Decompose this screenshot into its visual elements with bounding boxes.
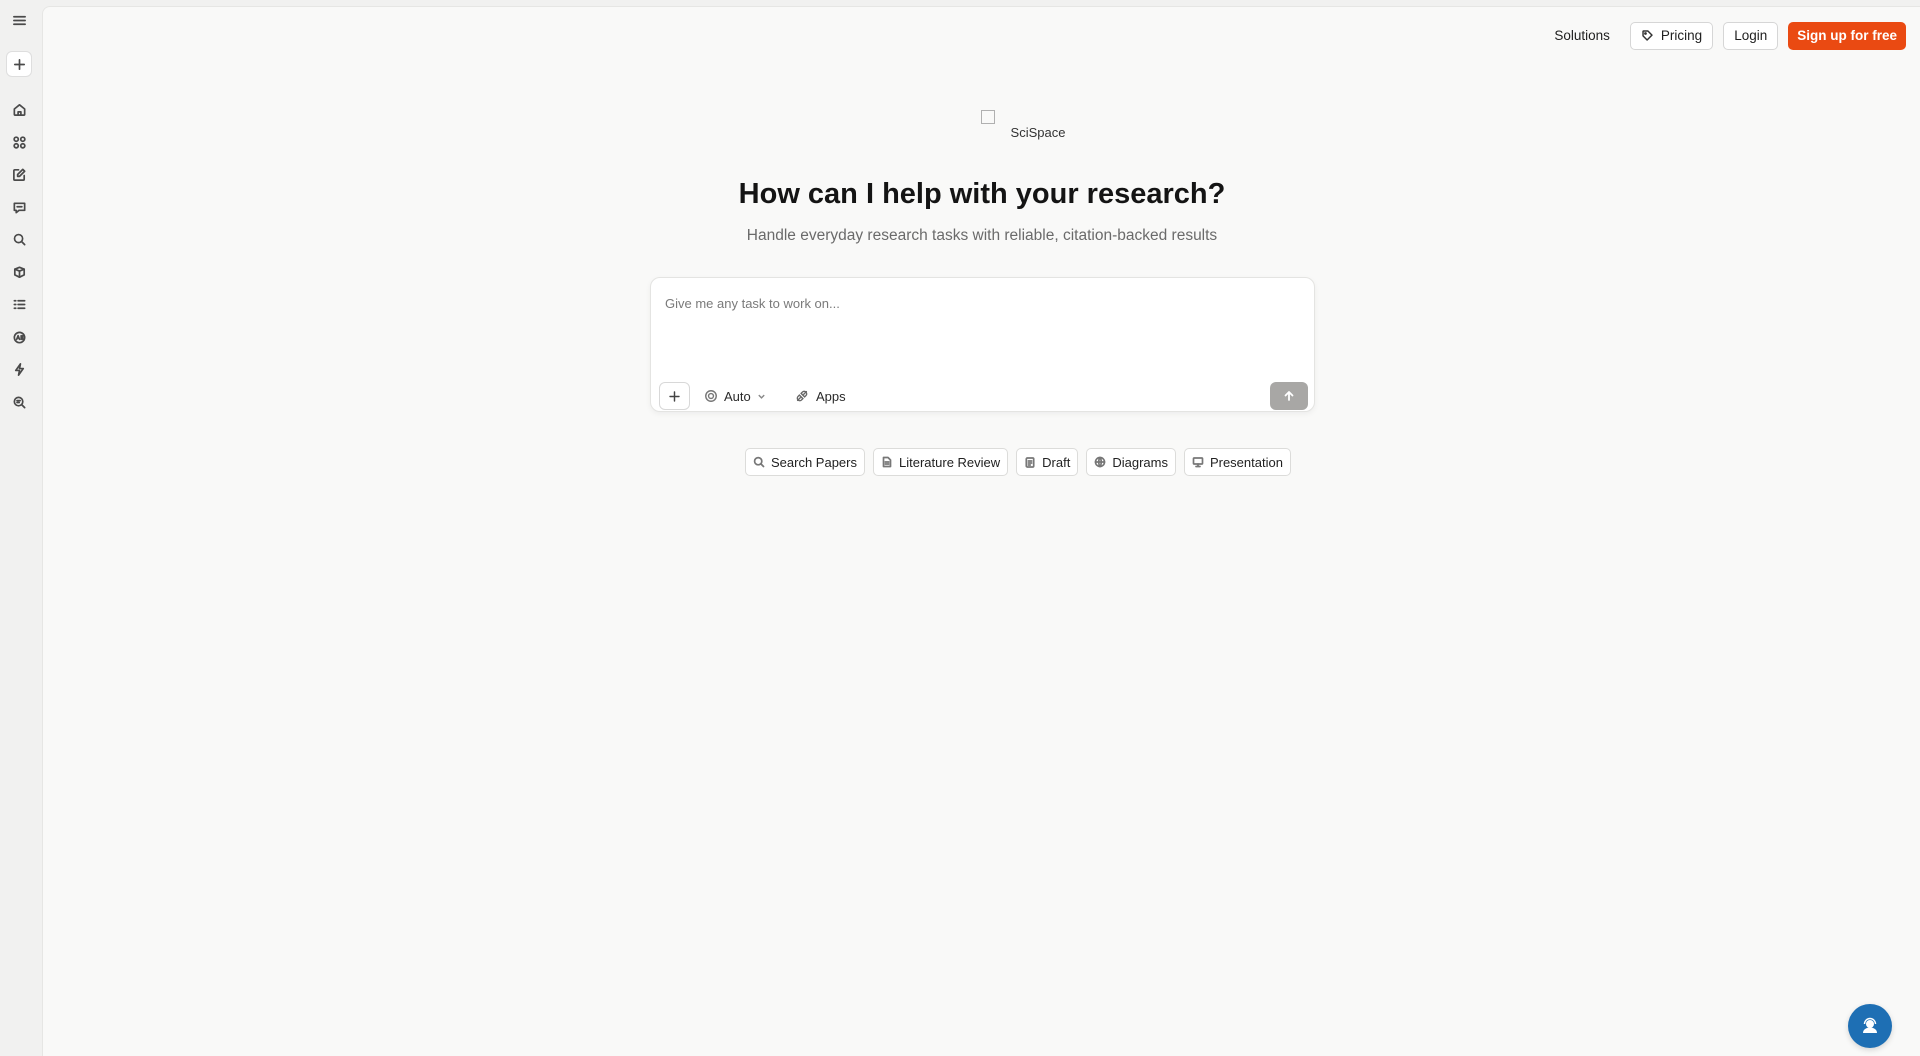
plus-icon: [13, 58, 25, 70]
signup-button[interactable]: Sign up for free: [1788, 21, 1906, 50]
sidebar-item-quick-tools[interactable]: [6, 356, 32, 382]
search-icon: [13, 233, 25, 245]
mode-selector[interactable]: Auto: [704, 382, 766, 410]
brand-logo: SciSpace: [938, 108, 1138, 140]
edit-icon: [12, 168, 25, 181]
sidebar-item-apps[interactable]: [6, 129, 32, 155]
ai-detector-icon: [13, 331, 25, 343]
support-chat-button[interactable]: [1848, 1004, 1892, 1048]
mode-label: Auto: [724, 388, 751, 404]
chip-label: Literature Review: [899, 454, 1001, 470]
login-button[interactable]: Login: [1723, 21, 1779, 50]
chip-label: Presentation: [1209, 454, 1283, 470]
chip-label: Draft: [1042, 454, 1071, 470]
sidebar-item-ai-detector[interactable]: [6, 324, 32, 350]
lightning-icon: [14, 362, 24, 376]
pricing-label: Pricing: [1660, 28, 1703, 43]
sidebar: [0, 0, 42, 1056]
page-title: How can I help with your research?: [738, 178, 1226, 210]
chip-diagrams[interactable]: Diagrams: [1086, 448, 1176, 476]
monitor-icon: [1192, 457, 1204, 468]
new-chat-button[interactable]: [6, 51, 32, 77]
main-panel: Solutions Pricing Login Sign up for free…: [42, 6, 1920, 1056]
pricing-button[interactable]: Pricing: [1629, 21, 1714, 50]
arrow-up-icon: [1284, 391, 1294, 401]
chip-literature-review[interactable]: Literature Review: [873, 448, 1009, 476]
chip-search-papers[interactable]: Search Papers: [745, 448, 865, 476]
suggestion-chips: Search Papers Literature Review Draft Di…: [745, 448, 1291, 476]
document-icon: [882, 456, 892, 468]
page-subtitle: Handle everyday research tasks with reli…: [746, 227, 1218, 244]
solutions-link[interactable]: Solutions: [1544, 21, 1620, 50]
chat-icon: [13, 201, 25, 213]
plug-icon: [796, 390, 808, 402]
home-icon: [13, 103, 25, 116]
library-icon: [13, 266, 25, 278]
menu-icon[interactable]: [6, 7, 32, 33]
chip-draft[interactable]: Draft: [1016, 448, 1079, 476]
clipboard-icon: [1025, 457, 1035, 468]
apps-button[interactable]: Apps: [795, 382, 846, 410]
search-document-icon: [13, 396, 25, 408]
search-icon: [753, 456, 765, 468]
composer-card: Auto Apps: [650, 277, 1315, 412]
top-navigation: Solutions Pricing Login Sign up for free: [1544, 21, 1906, 50]
sidebar-item-home[interactable]: [6, 96, 32, 122]
logo-alt-text: SciSpace: [1010, 125, 1066, 140]
support-agent-icon: [1863, 1017, 1877, 1033]
sidebar-item-chat[interactable]: [6, 194, 32, 220]
chip-label: Search Papers: [771, 454, 857, 470]
sidebar-item-list[interactable]: [6, 291, 32, 317]
broken-image-icon: [981, 110, 995, 124]
sidebar-item-library[interactable]: [6, 259, 32, 285]
chip-label: Diagrams: [1112, 454, 1168, 470]
sidebar-item-write[interactable]: [6, 161, 32, 187]
apps-label: Apps: [816, 388, 846, 404]
list-icon: [13, 299, 25, 309]
target-icon: [705, 390, 717, 402]
chevron-down-icon: [758, 394, 765, 399]
chip-presentation[interactable]: Presentation: [1183, 448, 1291, 476]
sidebar-item-search[interactable]: [6, 226, 32, 252]
globe-icon: [1094, 456, 1106, 468]
tag-icon: [1642, 30, 1653, 41]
apps-icon: [12, 135, 26, 149]
plus-icon: [669, 390, 680, 402]
attach-button[interactable]: [659, 382, 690, 410]
send-button[interactable]: [1270, 382, 1308, 410]
task-input[interactable]: [665, 296, 1295, 311]
sidebar-item-search-docs[interactable]: [6, 389, 32, 415]
